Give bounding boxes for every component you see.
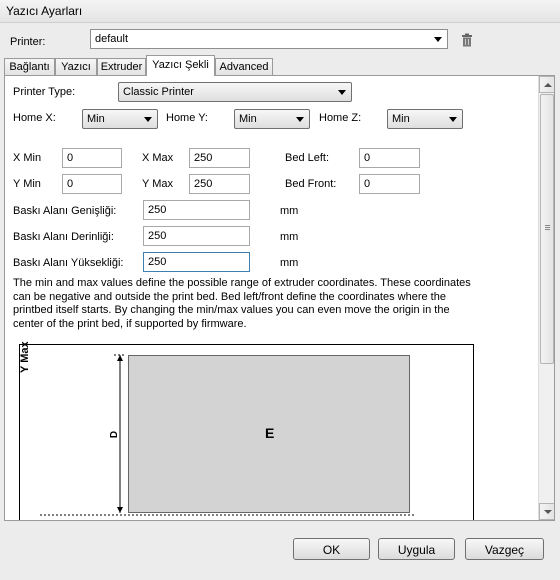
depth-marker: D	[109, 430, 121, 439]
bed-front-label: Bed Front:	[285, 178, 337, 190]
tab-yazici-sekli[interactable]: Yazıcı Şekli	[146, 55, 215, 76]
x-max-value: 250	[194, 152, 213, 164]
home-x-value: Min	[87, 113, 105, 125]
tab-label: Bağlantı	[9, 61, 50, 73]
description-text: The min and max values define the possib…	[13, 277, 533, 331]
y-max-input[interactable]: 250	[189, 174, 250, 194]
printer-select[interactable]: default	[90, 29, 448, 49]
print-depth-unit: mm	[280, 231, 299, 243]
chevron-down-icon	[144, 117, 152, 122]
bed-left-label: Bed Left:	[285, 152, 330, 164]
print-depth-value: 250	[148, 230, 167, 242]
bed-label: E	[265, 425, 275, 441]
bed-left-value: 0	[364, 152, 371, 164]
tab-yazici[interactable]: Yazıcı	[55, 58, 97, 76]
bed-left-input[interactable]: 0	[359, 148, 420, 168]
tab-panel: Printer Type: Classic Printer Home X: Mi…	[4, 75, 555, 521]
y-min-value: 0	[67, 178, 74, 190]
print-height-label: Baskı Alanı Yüksekliği:	[13, 257, 124, 269]
print-depth-input[interactable]: 250	[143, 226, 250, 246]
tab-advanced[interactable]: Advanced	[215, 58, 273, 76]
chevron-down-icon	[449, 117, 457, 122]
x-max-input[interactable]: 250	[189, 148, 250, 168]
scroll-thumb[interactable]	[540, 94, 554, 364]
home-x-select[interactable]: Min	[82, 109, 158, 129]
chevron-down-icon	[544, 510, 552, 514]
print-height-unit: mm	[280, 257, 299, 269]
printer-type-label: Printer Type:	[13, 86, 76, 98]
y-max-label: Y Max	[142, 178, 173, 190]
y-min-label: Y Min	[13, 178, 41, 190]
tab-extruder[interactable]: Extruder	[97, 58, 146, 76]
print-height-value: 250	[148, 256, 167, 268]
printer-label: Printer:	[10, 36, 46, 48]
apply-label: Uygula	[397, 543, 436, 557]
trash-icon[interactable]	[460, 33, 474, 47]
printer-type-value: Classic Printer	[123, 86, 194, 98]
y-max-value: 250	[194, 178, 213, 190]
y-min-input[interactable]: 0	[62, 174, 122, 194]
cancel-button[interactable]: Vazgeç	[465, 538, 544, 560]
chevron-up-icon	[544, 83, 552, 87]
tab-label: Yazıcı	[61, 61, 91, 73]
tab-baglanti[interactable]: Bağlantı	[4, 58, 55, 76]
print-width-label: Baskı Alanı Genişliği:	[13, 205, 117, 217]
home-y-select[interactable]: Min	[234, 109, 310, 129]
ok-label: OK	[322, 543, 341, 557]
printer-type-select[interactable]: Classic Printer	[118, 82, 352, 102]
vertical-scrollbar[interactable]	[538, 76, 554, 520]
printbed-diagram: Y Max D E	[19, 341, 474, 520]
bed-front-input[interactable]: 0	[359, 174, 420, 194]
title-bar: Yazıcı Ayarları	[0, 0, 560, 23]
home-x-label: Home X:	[13, 112, 56, 124]
tab-label: Extruder	[100, 61, 143, 73]
print-width-value: 250	[148, 204, 167, 216]
description-line: The min and max values define the possib…	[13, 277, 471, 289]
tab-label: Advanced	[219, 61, 269, 73]
print-width-unit: mm	[280, 205, 299, 217]
chevron-down-icon	[434, 37, 442, 42]
grip-icon	[545, 225, 550, 226]
chevron-down-icon	[338, 90, 346, 95]
x-min-input[interactable]: 0	[62, 148, 122, 168]
description-line: center of the print bed, if supported by…	[13, 317, 247, 330]
print-height-input[interactable]: 250	[143, 252, 250, 272]
scroll-up-button[interactable]	[539, 76, 554, 93]
home-y-label: Home Y:	[166, 112, 208, 124]
x-max-label: X Max	[142, 152, 174, 164]
print-depth-label: Baskı Alanı Derinliği:	[13, 231, 114, 243]
apply-button[interactable]: Uygula	[378, 538, 455, 560]
x-min-value: 0	[67, 152, 74, 164]
home-z-select[interactable]: Min	[387, 109, 463, 129]
x-min-label: X Min	[13, 152, 42, 164]
printbed-area: E	[128, 355, 410, 513]
bed-front-value: 0	[364, 178, 371, 190]
description-line: can be negative and outside the print be…	[13, 290, 446, 303]
print-width-input[interactable]: 250	[143, 200, 250, 220]
description-line: printbed itself starts. By changing the …	[13, 304, 450, 316]
home-z-label: Home Z:	[319, 112, 362, 124]
scroll-down-button[interactable]	[539, 503, 554, 520]
printer-select-value: default	[95, 33, 129, 45]
ok-button[interactable]: OK	[293, 538, 370, 560]
window-title: Yazıcı Ayarları	[6, 4, 83, 18]
home-z-value: Min	[392, 113, 410, 125]
tab-label: Yazıcı Şekli	[152, 59, 209, 71]
home-y-value: Min	[239, 113, 257, 125]
cancel-label: Vazgeç	[484, 543, 525, 557]
chevron-down-icon	[296, 117, 304, 122]
